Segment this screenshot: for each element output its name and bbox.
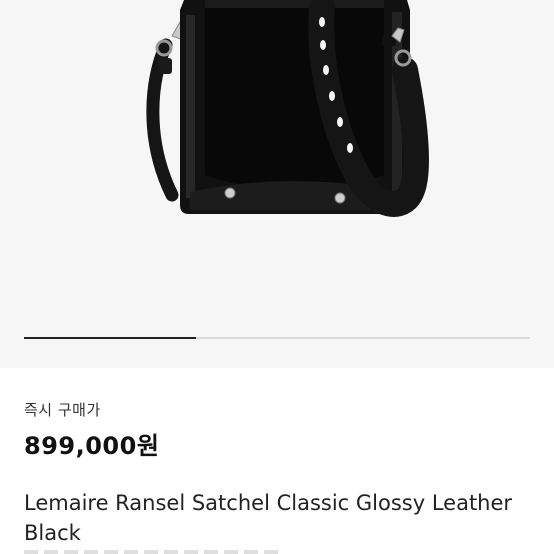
bag-product-photo bbox=[146, 0, 429, 217]
truncated-subtitle bbox=[24, 550, 284, 554]
stud-icon bbox=[334, 192, 346, 204]
product-detail-page: 즉시 구매가 899,000원 Lemaire Ransel Satchel C… bbox=[0, 0, 554, 554]
gallery-progress-bar bbox=[24, 337, 530, 339]
gallery-progress-fill bbox=[24, 337, 197, 339]
product-title[interactable]: Lemaire Ransel Satchel Classic Glossy Le… bbox=[24, 488, 530, 548]
product-info: 즉시 구매가 899,000원 Lemaire Ransel Satchel C… bbox=[0, 368, 554, 554]
product-image-gallery[interactable] bbox=[0, 0, 554, 368]
stud-icon bbox=[224, 187, 236, 199]
price-value: 899,000원 bbox=[24, 432, 160, 460]
instant-buy-price-label: 즉시 구매가 bbox=[24, 401, 101, 419]
